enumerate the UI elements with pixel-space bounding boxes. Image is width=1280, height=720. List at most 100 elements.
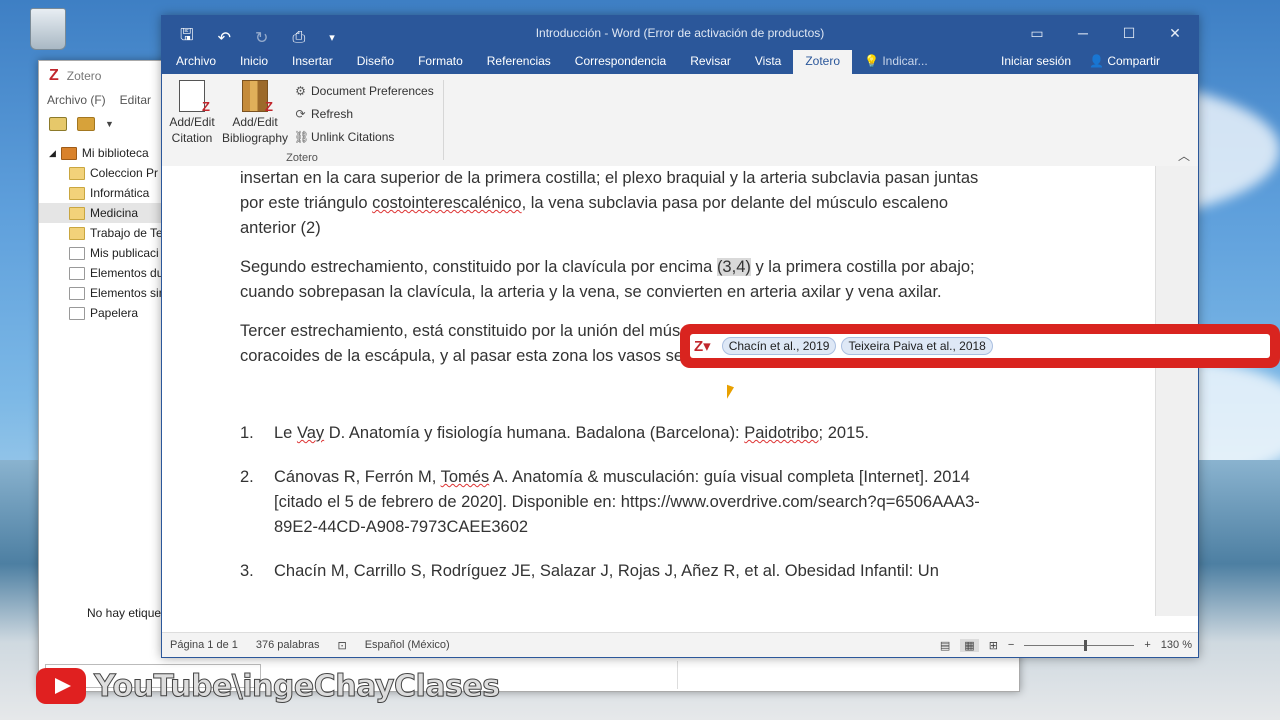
library-icon bbox=[60, 146, 77, 160]
text-run: D. Anatomía y fisiología humana. Badalon… bbox=[324, 424, 745, 442]
tree-item-duplicados[interactable]: Elementos du bbox=[39, 263, 163, 283]
recycle-bin-icon bbox=[30, 8, 66, 50]
menu-archivo[interactable]: Archivo (F) bbox=[47, 93, 106, 107]
citation-icon bbox=[179, 80, 210, 115]
zoom-slider[interactable] bbox=[1024, 639, 1135, 651]
tree-item-mi-biblioteca[interactable]: ◢ Mi biblioteca bbox=[39, 143, 163, 163]
tab-diseno[interactable]: Diseño bbox=[345, 50, 406, 74]
zotero-ribbon-list: ⚙ Document Preferences ⟳ Refresh ⛓ Unlink C… bbox=[294, 80, 434, 149]
citation-bubble[interactable]: Chacín et al., 2019 bbox=[721, 337, 837, 355]
collapse-arrow-icon[interactable]: ◢ bbox=[49, 148, 56, 159]
document-canvas[interactable]: insertan en la cara superior de la prime… bbox=[162, 166, 1156, 616]
item-pane-bottom bbox=[677, 661, 1018, 689]
bibliography-label-line1: Add/Edit bbox=[232, 115, 278, 129]
citation-field[interactable]: (3,4) bbox=[716, 258, 751, 276]
add-edit-bibliography-button[interactable]: Add/Edit Bibliography bbox=[220, 80, 290, 146]
paragraph-1: insertan en la cara superior de la prime… bbox=[240, 166, 1000, 241]
collapse-ribbon-icon[interactable]: ︿ bbox=[1178, 147, 1190, 164]
tree-item-coleccion[interactable]: Coleccion Pr bbox=[39, 163, 163, 183]
sign-in-link[interactable]: Iniciar sesión bbox=[1001, 50, 1071, 74]
citation-bubble[interactable]: Teixeira Paiva et al., 2018 bbox=[841, 337, 993, 355]
web-layout-icon[interactable]: ⊞ bbox=[989, 639, 998, 652]
word-count[interactable]: 376 palabras bbox=[256, 639, 320, 651]
add-edit-citation-button[interactable]: Add/Edit Citation bbox=[168, 80, 216, 146]
duplicates-icon bbox=[69, 266, 85, 280]
minimize-button[interactable]: ─ bbox=[1060, 16, 1106, 50]
recycle-bin-desktop-icon[interactable] bbox=[18, 8, 78, 52]
tree-item-trabajo[interactable]: Trabajo de Te bbox=[39, 223, 163, 243]
unlink-citations-button[interactable]: ⛓ Unlink Citations bbox=[294, 126, 434, 149]
zotero-logo-icon: Z bbox=[49, 67, 59, 84]
tab-insertar[interactable]: Insertar bbox=[280, 50, 345, 74]
language-indicator[interactable]: Español (México) bbox=[365, 639, 450, 651]
zoom-level[interactable]: 130 % bbox=[1161, 639, 1192, 651]
close-button[interactable]: ✕ bbox=[1152, 16, 1198, 50]
tell-me-search[interactable]: 💡 Indicar... bbox=[852, 50, 940, 74]
vertical-scrollbar[interactable] bbox=[1155, 166, 1198, 616]
tree-item-label: Papelera bbox=[90, 306, 139, 320]
misspelled-word[interactable]: Paidotribo bbox=[744, 424, 818, 442]
bibliography-entry: 1. Le Vay D. Anatomía y fisiología human… bbox=[240, 421, 1000, 446]
tab-formato[interactable]: Formato bbox=[406, 50, 475, 74]
tag-selector-empty: No hay etique bbox=[87, 606, 162, 620]
tree-item-sin-archivar[interactable]: Elementos sin bbox=[39, 283, 163, 303]
zotero-menu-icon[interactable]: Z▾ bbox=[694, 337, 711, 355]
tree-item-label: Elementos sin bbox=[90, 286, 163, 300]
new-library-icon[interactable] bbox=[77, 117, 95, 131]
share-button[interactable]: 👤 Compartir bbox=[1089, 50, 1160, 74]
zotero-quick-format-bar: Z▾ Chacín et al., 2019 Teixeira Paiva et… bbox=[680, 324, 1280, 368]
refresh-icon: ⟳ bbox=[295, 107, 306, 121]
tree-item-papelera[interactable]: Papelera bbox=[39, 303, 163, 323]
refresh-button[interactable]: ⟳ Refresh bbox=[294, 103, 434, 126]
folder-icon bbox=[69, 186, 85, 200]
print-layout-icon[interactable]: ▦ bbox=[960, 638, 979, 652]
maximize-button[interactable]: ☐ bbox=[1106, 16, 1152, 50]
zoom-in-button[interactable]: + bbox=[1144, 639, 1150, 651]
misspelled-word[interactable]: Vay bbox=[297, 424, 324, 442]
tree-item-mis-publicaciones[interactable]: Mis publicaci bbox=[39, 243, 163, 263]
tree-item-label: Coleccion Pr bbox=[90, 166, 159, 180]
tree-item-medicina[interactable]: Medicina bbox=[39, 203, 163, 223]
tab-vista[interactable]: Vista bbox=[743, 50, 793, 74]
tree-item-label: Medicina bbox=[90, 206, 139, 220]
tab-inicio[interactable]: Inicio bbox=[228, 50, 280, 74]
chevron-down-icon[interactable]: ▼ bbox=[105, 119, 114, 129]
ribbon-display-options-icon[interactable]: ▭ bbox=[1014, 16, 1060, 50]
tree-item-label: Mis publicaci bbox=[90, 246, 159, 260]
new-collection-icon[interactable] bbox=[49, 117, 67, 131]
read-mode-icon[interactable]: ▤ bbox=[940, 639, 950, 652]
entry-text: Chacín M, Carrillo S, Rodríguez JE, Sala… bbox=[274, 562, 939, 580]
bibliography-entry: 3. Chacín M, Carrillo S, Rodríguez JE, S… bbox=[240, 559, 1000, 584]
tab-zotero[interactable]: Zotero bbox=[793, 50, 853, 74]
text-run: ; 2015. bbox=[818, 424, 870, 442]
folder-icon bbox=[69, 166, 85, 180]
tree-item-informatica[interactable]: Informática bbox=[39, 183, 163, 203]
citation-label-line1: Add/Edit bbox=[169, 115, 215, 129]
tree-item-label: Mi biblioteca bbox=[81, 146, 149, 160]
tab-referencias[interactable]: Referencias bbox=[475, 50, 563, 74]
entry-number: 2. bbox=[240, 468, 254, 486]
misspelled-word[interactable]: costointerescalénico bbox=[372, 194, 522, 212]
misspelled-word[interactable]: Tomés bbox=[441, 468, 490, 486]
entry-number: 3. bbox=[240, 562, 254, 580]
lightbulb-icon: 💡 bbox=[864, 54, 879, 68]
tab-archivo[interactable]: Archivo bbox=[164, 50, 228, 74]
tell-me-label: Indicar... bbox=[882, 54, 928, 68]
zoom-slider-thumb[interactable] bbox=[1084, 639, 1088, 651]
document-page[interactable]: insertan en la cara superior de la prime… bbox=[240, 166, 1000, 603]
quick-format-input[interactable]: Z▾ Chacín et al., 2019 Teixeira Paiva et… bbox=[690, 334, 1270, 358]
text-run: Cánovas R, Ferrón M, bbox=[274, 468, 441, 486]
zotero-title: Zotero bbox=[66, 69, 102, 83]
document-preferences-label: Document Preferences bbox=[311, 84, 434, 98]
bibliography-icon bbox=[242, 80, 273, 115]
document-preferences-button[interactable]: ⚙ Document Preferences bbox=[294, 80, 434, 103]
tab-correspondencia[interactable]: Correspondencia bbox=[563, 50, 678, 74]
paragraph-2: Segundo estrechamiento, constituido por … bbox=[240, 255, 1000, 305]
entry-text: Cánovas R, Ferrón M, Tomés A. Anatomía &… bbox=[274, 465, 1000, 540]
tab-revisar[interactable]: Revisar bbox=[678, 50, 743, 74]
word-titlebar: 🖫 ↶ ↻ ⎙ ▾ Introducción - Word (Error de … bbox=[162, 16, 1198, 50]
page-count[interactable]: Página 1 de 1 bbox=[170, 639, 238, 651]
proofing-icon[interactable]: ⊡ bbox=[338, 639, 347, 652]
menu-editar[interactable]: Editar bbox=[120, 93, 151, 107]
zoom-out-button[interactable]: − bbox=[1008, 639, 1014, 651]
